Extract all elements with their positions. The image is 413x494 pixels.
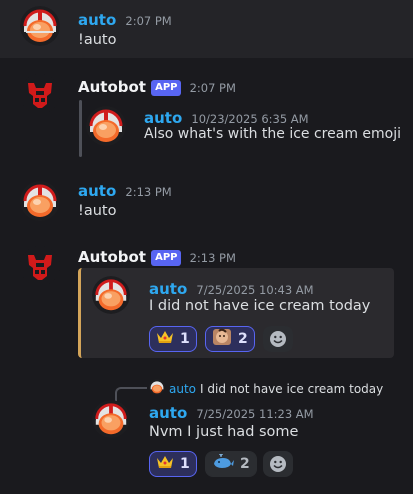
bot-avatar[interactable] bbox=[20, 74, 60, 114]
user-avatar[interactable] bbox=[92, 276, 130, 314]
quoted-timestamp: 7/25/2025 11:23 AM bbox=[196, 407, 314, 421]
app-badge: APP bbox=[151, 79, 182, 96]
football-helmet-icon bbox=[20, 6, 60, 46]
author-name[interactable]: Autobot bbox=[78, 248, 146, 266]
smiley-icon bbox=[270, 331, 286, 347]
football-helmet-icon bbox=[92, 400, 130, 438]
user-avatar[interactable] bbox=[92, 400, 130, 438]
app-badge: APP bbox=[151, 249, 182, 266]
reply-reference[interactable]: auto I did not have ice cream today bbox=[149, 379, 383, 399]
timestamp: 2:07 PM bbox=[125, 14, 172, 28]
reaction-crown[interactable]: 1 bbox=[149, 451, 197, 477]
reply-connector bbox=[115, 387, 147, 401]
user-avatar[interactable] bbox=[20, 181, 60, 221]
reaction-count: 2 bbox=[240, 456, 250, 472]
reaction-count: 1 bbox=[180, 331, 190, 347]
quoted-author[interactable]: auto bbox=[144, 109, 182, 127]
timestamp: 2:13 PM bbox=[125, 185, 172, 199]
crown-icon bbox=[156, 454, 174, 474]
reaction-face[interactable]: 2 bbox=[205, 326, 255, 352]
reaction-crown[interactable]: 1 bbox=[149, 326, 197, 352]
embed-author[interactable]: auto bbox=[149, 280, 187, 298]
user-avatar[interactable] bbox=[86, 106, 126, 146]
message-header: Autobot APP 2:13 PM bbox=[78, 247, 236, 266]
message-hover-highlight bbox=[0, 0, 413, 58]
quoted-text: Also what's with the ice cream emoji bbox=[144, 126, 402, 142]
quoted-header: auto 7/25/2025 11:23 AM bbox=[149, 403, 314, 422]
embed-timestamp: 7/25/2025 10:43 AM bbox=[196, 283, 314, 297]
embed-header: auto 7/25/2025 10:43 AM bbox=[149, 279, 314, 298]
whale-icon bbox=[212, 453, 234, 474]
message-text: !auto bbox=[78, 32, 117, 48]
add-reaction-button[interactable] bbox=[263, 326, 293, 352]
reaction-whale[interactable]: 2 bbox=[205, 451, 257, 477]
author-name[interactable]: auto bbox=[78, 182, 116, 200]
crown-icon bbox=[156, 329, 174, 349]
reply-avatar-icon bbox=[149, 379, 165, 399]
football-helmet-icon bbox=[92, 276, 130, 314]
author-name[interactable]: Autobot bbox=[78, 78, 146, 96]
quoted-timestamp: 10/23/2025 6:35 AM bbox=[191, 112, 309, 126]
message-header: auto 2:13 PM bbox=[78, 181, 172, 200]
message-header: Autobot APP 2:07 PM bbox=[78, 77, 236, 96]
author-name[interactable]: auto bbox=[78, 11, 116, 29]
smiley-icon bbox=[270, 456, 286, 472]
message-header: auto 2:07 PM bbox=[78, 10, 172, 29]
autobot-logo-icon bbox=[20, 246, 60, 286]
message-text: !auto bbox=[78, 203, 117, 219]
football-helmet-icon bbox=[20, 181, 60, 221]
autobot-logo-icon bbox=[20, 74, 60, 114]
timestamp: 2:13 PM bbox=[189, 251, 236, 265]
reply-text: I did not have ice cream today bbox=[200, 382, 384, 396]
timestamp: 2:07 PM bbox=[189, 81, 236, 95]
user-avatar[interactable] bbox=[20, 6, 60, 46]
bot-avatar[interactable] bbox=[20, 246, 60, 286]
embed-text: I did not have ice cream today bbox=[149, 298, 371, 314]
reaction-count: 1 bbox=[180, 456, 190, 472]
quoted-author[interactable]: auto bbox=[149, 404, 187, 422]
reply-author[interactable]: auto bbox=[169, 382, 196, 396]
quote-bar bbox=[79, 100, 82, 157]
football-helmet-icon bbox=[86, 106, 126, 146]
quoted-text: Nvm I just had some bbox=[149, 424, 299, 440]
reaction-count: 2 bbox=[238, 331, 248, 347]
quoted-header: auto 10/23/2025 6:35 AM bbox=[144, 108, 309, 127]
add-reaction-button[interactable] bbox=[263, 451, 293, 477]
face-emoji-icon bbox=[212, 328, 232, 350]
